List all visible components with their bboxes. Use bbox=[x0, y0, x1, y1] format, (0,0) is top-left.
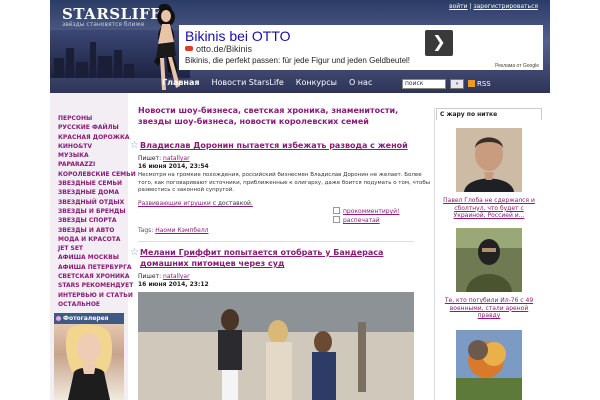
nav-about[interactable]: О нас bbox=[349, 78, 372, 92]
main-nav: Главная Новости StarsLife Конкурсы О нас bbox=[162, 78, 372, 92]
otto-icon bbox=[185, 46, 193, 51]
star-icon[interactable]: ☆ bbox=[130, 140, 139, 151]
right-margin bbox=[550, 0, 600, 400]
sidebar-title: С жару по нитке bbox=[436, 108, 542, 120]
ad-title[interactable]: Bikinis bei OTTO bbox=[185, 28, 291, 44]
link-suffix: с доставкой. bbox=[212, 200, 253, 207]
menu-item[interactable]: ЗВЕЗДЫ СПОРТА bbox=[58, 216, 136, 225]
gallery-photo-illustration bbox=[65, 324, 113, 400]
ad-arrow-button[interactable]: ❯ bbox=[425, 30, 453, 56]
site-tagline: звёзды становятся ближе bbox=[62, 21, 145, 28]
ad-google-label: Реклама от Google bbox=[495, 63, 539, 69]
author-label: Пишет: bbox=[138, 155, 162, 162]
article-inline-link: Развивающие игрушки с доставкой. bbox=[138, 200, 253, 207]
menu-item[interactable]: ЗВЕЗДНЫЕ СЕМЬИ bbox=[58, 179, 136, 188]
menu-item[interactable]: КРАСНАЯ ДОРОЖКА bbox=[58, 133, 136, 142]
soldier-image bbox=[456, 228, 522, 292]
sidebar-caption-2[interactable]: Те, кто погубили Ил-76 с 49 военными, ст… bbox=[442, 297, 536, 320]
login-link[interactable]: войти bbox=[449, 3, 468, 10]
sidebar-caption-1[interactable]: Павел Глоба не сдержался и сболтнул, что… bbox=[442, 197, 536, 220]
menu-item[interactable]: PAPARAZZI bbox=[58, 160, 136, 169]
ad-description: Bikinis, die perfekt passen: für jede Fi… bbox=[185, 56, 411, 65]
tags-label: Tags: bbox=[138, 227, 154, 234]
article-photo-illustration bbox=[138, 292, 414, 400]
ad-url-text: otto.de/Bikinis bbox=[196, 44, 253, 54]
menu-item[interactable]: ЗВЕЗДНЫЕ ДОМА bbox=[58, 188, 136, 197]
author-link[interactable]: natallyar bbox=[163, 273, 190, 280]
menu-item[interactable]: РУССКИЕ ФАЙЛЫ bbox=[58, 123, 136, 132]
nav-home[interactable]: Главная bbox=[162, 78, 199, 92]
auth-links: войти | зарегистрироваться bbox=[449, 3, 538, 10]
menu-item[interactable]: ЗВЕЗДЫ И БРЕНДЫ bbox=[58, 207, 136, 216]
print-link[interactable]: распечатай bbox=[333, 216, 399, 225]
photo-gallery-title[interactable]: Фотогалерея bbox=[54, 313, 124, 324]
main-content: Новости шоу-бизнеса, светская хроника, з… bbox=[130, 100, 430, 400]
comment-link[interactable]: прокомментируй! bbox=[333, 207, 399, 216]
article-date: 16 июня 2014, 23:54 bbox=[138, 163, 209, 170]
menu-item[interactable]: АФИША ПЕТЕРБУРГА bbox=[58, 263, 136, 272]
menu-item[interactable]: ПЕРСОНЫ bbox=[58, 114, 136, 123]
article-title-2[interactable]: Мелани Гриффит попытается отобрать у Бан… bbox=[140, 247, 414, 269]
sidebar-thumb-2[interactable] bbox=[456, 228, 522, 292]
explosion-image bbox=[456, 330, 522, 400]
article-title-1[interactable]: Владислав Доронин пытается избежать разв… bbox=[140, 140, 416, 151]
category-menu: ПЕРСОНЫ РУССКИЕ ФАЙЛЫ КРАСНАЯ ДОРОЖКА КИ… bbox=[58, 114, 136, 309]
article-tags: Tags: Наоми Кэмпбелл bbox=[138, 227, 209, 234]
gallery-photo[interactable] bbox=[54, 324, 124, 400]
menu-item[interactable]: КОРОЛЕВСКИЕ СЕМЬИ bbox=[58, 170, 136, 179]
sidebar-thumb-3[interactable] bbox=[456, 330, 522, 400]
article-meta-2: Пишет: natallyar 16 июня 2014, 23:12 bbox=[138, 273, 209, 289]
rss-label: RSS bbox=[477, 80, 491, 88]
page-heading: Новости шоу-бизнеса, светская хроника, з… bbox=[138, 106, 399, 126]
article-actions: прокомментируй! распечатай bbox=[333, 207, 399, 225]
article-date: 16 июня 2014, 23:12 bbox=[138, 281, 209, 288]
menu-item[interactable]: МУЗЫКА bbox=[58, 151, 136, 160]
nav-news[interactable]: Новости StarsLife bbox=[211, 78, 283, 92]
ad-banner[interactable]: Bikinis bei OTTO otto.de/Bikinis Bikinis… bbox=[179, 25, 543, 70]
menu-item[interactable]: STARS РЕКОМЕНДУЕТ bbox=[58, 281, 136, 290]
search-button[interactable]: » bbox=[450, 79, 464, 89]
sidebar-thumb-1[interactable] bbox=[456, 128, 522, 192]
menu-item[interactable]: МОДА И КРАСОТА bbox=[58, 235, 136, 244]
divider bbox=[138, 241, 414, 242]
menu-item[interactable]: ОСТАЛЬНОЕ bbox=[58, 300, 136, 309]
ad-url[interactable]: otto.de/Bikinis bbox=[185, 44, 252, 54]
tag-link[interactable]: Наоми Кэмпбелл bbox=[155, 227, 208, 234]
menu-item[interactable]: СВЕТСКАЯ ХРОНИКА bbox=[58, 272, 136, 281]
star-icon[interactable]: ☆ bbox=[130, 247, 139, 258]
rss-icon bbox=[468, 80, 475, 87]
search-input[interactable]: поиск bbox=[402, 79, 446, 89]
menu-item[interactable]: ЗВЕЗДЫ И АВТО bbox=[58, 226, 136, 235]
menu-item[interactable]: JET SET bbox=[58, 244, 136, 253]
page: STARSLIFE звёзды становятся ближе войти … bbox=[0, 0, 600, 400]
article-photo[interactable] bbox=[138, 292, 414, 400]
nav-contests[interactable]: Конкурсы bbox=[296, 78, 337, 92]
author-link[interactable]: natallyar bbox=[163, 155, 190, 162]
menu-item[interactable]: КИНО&TV bbox=[58, 142, 136, 151]
toys-link[interactable]: Развивающие игрушки bbox=[138, 200, 211, 207]
rss-link[interactable]: RSS bbox=[468, 80, 491, 88]
menu-item[interactable]: ЗВЕЗДНЫЙ ОТДЫХ bbox=[58, 198, 136, 207]
menu-item[interactable]: ИНТЕРВЬЮ И СТАТЬИ bbox=[58, 291, 136, 300]
man-portrait-image bbox=[456, 128, 522, 192]
article-meta-1: Пишет: natallyar 16 июня 2014, 23:54 bbox=[138, 155, 209, 171]
register-link[interactable]: зарегистрироваться bbox=[473, 3, 538, 10]
author-label: Пишет: bbox=[138, 273, 162, 280]
article-body-1: Несмотря на громкие похождения, российск… bbox=[138, 172, 431, 193]
menu-item[interactable]: АФИША МОСКВЫ bbox=[58, 253, 136, 262]
